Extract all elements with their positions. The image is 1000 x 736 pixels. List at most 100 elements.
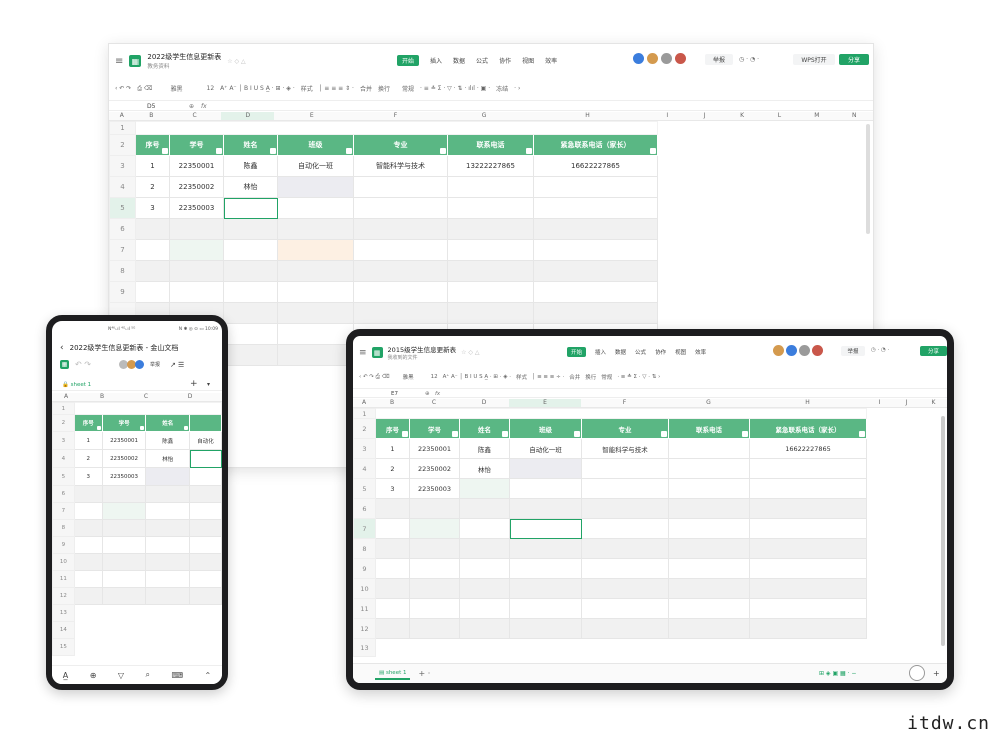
row-header[interactable]: 4 bbox=[109, 176, 136, 198]
report-button[interactable]: 举报 bbox=[841, 346, 865, 356]
menu-data[interactable]: 数据 bbox=[615, 348, 626, 356]
cell[interactable]: 22350001 bbox=[409, 438, 460, 459]
cell[interactable]: 陈鑫 bbox=[459, 438, 510, 459]
header-cell[interactable]: 姓名 bbox=[459, 418, 510, 439]
wps-open-button[interactable]: WPS打开 bbox=[793, 54, 835, 65]
avatar[interactable] bbox=[799, 345, 810, 356]
menu-insert[interactable]: 插入 bbox=[595, 348, 606, 356]
cell[interactable] bbox=[135, 121, 658, 135]
zoom-icon[interactable]: ⊕ bbox=[189, 103, 194, 110]
menu-start[interactable]: 开始 bbox=[397, 55, 420, 66]
align-icons[interactable]: │ ≡ ≡ ≡ ÷ · bbox=[532, 374, 564, 380]
menu-collab[interactable]: 协作 bbox=[655, 348, 666, 356]
style-button[interactable]: 样式 bbox=[516, 373, 527, 381]
font-name-select[interactable]: 雅黑 bbox=[403, 373, 414, 381]
row-header[interactable]: 15 bbox=[52, 638, 75, 656]
cell[interactable] bbox=[581, 478, 669, 499]
cell[interactable]: 3 bbox=[135, 197, 170, 219]
row-header[interactable]: 2 bbox=[353, 418, 376, 439]
col-K[interactable]: K bbox=[723, 112, 760, 120]
selected-cell[interactable] bbox=[189, 449, 222, 468]
row-header[interactable]: 4 bbox=[353, 458, 376, 479]
cell[interactable] bbox=[145, 467, 191, 486]
col-J[interactable]: J bbox=[686, 112, 723, 120]
col-D[interactable]: D bbox=[168, 393, 212, 401]
header-cell[interactable]: 联系电话 bbox=[447, 134, 534, 156]
doc-title[interactable]: 2022级学生信息更新表 bbox=[147, 52, 221, 62]
share-button[interactable]: 分享 bbox=[920, 346, 947, 356]
doc-folder[interactable]: 我收到的文件 bbox=[388, 354, 457, 361]
wrap-button[interactable]: 换行 bbox=[585, 373, 596, 381]
cell[interactable] bbox=[447, 176, 534, 198]
cell[interactable]: 2 bbox=[73, 449, 103, 468]
col-N[interactable]: N bbox=[836, 112, 873, 120]
cell[interactable] bbox=[459, 478, 510, 499]
row-header[interactable]: 2 bbox=[52, 414, 75, 432]
cell[interactable]: 22350001 bbox=[101, 431, 147, 450]
hamburger-icon[interactable]: ≡ bbox=[115, 56, 123, 67]
cell[interactable] bbox=[668, 458, 750, 479]
row-header[interactable]: 5 bbox=[109, 197, 136, 219]
cell[interactable]: 林怡 bbox=[459, 458, 510, 479]
doc-title[interactable]: 2022级学生信息更新表 - 金山文档 bbox=[70, 343, 179, 353]
menu-formula[interactable]: 公式 bbox=[476, 56, 488, 65]
menu-collab[interactable]: 协作 bbox=[499, 56, 511, 65]
cell[interactable]: 22350002 bbox=[409, 458, 460, 479]
insert-icon[interactable]: ⊕ bbox=[90, 671, 97, 680]
row-header[interactable]: 6 bbox=[52, 485, 75, 503]
more-icon[interactable]: · › bbox=[514, 85, 520, 92]
col-A[interactable]: A bbox=[109, 112, 135, 120]
cell[interactable] bbox=[668, 478, 750, 499]
vertical-scrollbar[interactable] bbox=[866, 124, 870, 234]
keyboard-icon[interactable]: ⌨ bbox=[172, 671, 184, 680]
merge-button[interactable]: 合并 bbox=[569, 373, 580, 381]
col-M[interactable]: M bbox=[798, 112, 835, 120]
cell[interactable] bbox=[277, 176, 354, 198]
cell[interactable]: 陈鑫 bbox=[223, 155, 278, 177]
row-header[interactable]: 2 bbox=[109, 134, 136, 156]
wrap-button[interactable]: 换行 bbox=[378, 84, 390, 93]
cell-reference[interactable]: E7 bbox=[391, 391, 398, 397]
col-H[interactable]: H bbox=[526, 112, 648, 120]
row-header[interactable]: 9 bbox=[353, 558, 376, 579]
row-header[interactable]: 12 bbox=[353, 618, 376, 639]
sum-filter-icons[interactable]: · ≡ ≛ Σ · ▽ · ⇅ · ılıl · ▣ · bbox=[420, 85, 490, 92]
cell[interactable]: 2 bbox=[375, 458, 410, 479]
filter-icon[interactable]: ▽ bbox=[118, 671, 124, 680]
row-header[interactable]: 7 bbox=[353, 518, 376, 539]
header-cell[interactable]: 姓名 bbox=[223, 134, 278, 156]
header-cell[interactable]: 专业 bbox=[581, 418, 669, 439]
avatar[interactable] bbox=[786, 345, 797, 356]
sheet-menu-icon[interactable]: ▾ bbox=[207, 381, 210, 388]
menu-data[interactable]: 数据 bbox=[453, 56, 465, 65]
selected-cell[interactable] bbox=[509, 518, 582, 539]
row-header[interactable]: 5 bbox=[52, 467, 75, 486]
col-C[interactable]: C bbox=[409, 399, 459, 407]
menu-formula[interactable]: 公式 bbox=[635, 348, 646, 356]
cell[interactable] bbox=[668, 438, 750, 459]
col-G[interactable]: G bbox=[442, 112, 527, 120]
cell[interactable]: 3 bbox=[375, 478, 410, 499]
avatar[interactable] bbox=[773, 345, 784, 356]
row-header[interactable]: 14 bbox=[52, 621, 75, 639]
cell[interactable]: 智能科学与技术 bbox=[581, 438, 669, 459]
cell[interactable]: 16622227865 bbox=[533, 155, 658, 177]
row-header[interactable]: 6 bbox=[109, 218, 136, 240]
cell[interactable]: 陈鑫 bbox=[145, 431, 191, 450]
row-header[interactable]: 10 bbox=[353, 578, 376, 599]
undo-icon[interactable]: ↶ ↷ bbox=[75, 360, 91, 369]
sheet-logo-icon[interactable]: ▦ bbox=[60, 360, 69, 369]
print-icon[interactable]: ⎙ ⌫ bbox=[137, 85, 152, 93]
cell[interactable] bbox=[509, 458, 582, 479]
avatar[interactable] bbox=[134, 360, 144, 369]
row-header[interactable]: 9 bbox=[109, 281, 136, 303]
row-header[interactable]: 7 bbox=[109, 239, 136, 261]
cell[interactable]: 2 bbox=[135, 176, 170, 198]
header-cell[interactable]: 序号 bbox=[73, 414, 103, 432]
share-button[interactable]: 分享 bbox=[839, 54, 869, 65]
col-F[interactable]: F bbox=[349, 112, 442, 120]
row-header[interactable]: 8 bbox=[52, 519, 75, 537]
sheet-tab[interactable]: ▤ sheet 1 bbox=[375, 668, 411, 680]
avatar[interactable] bbox=[661, 53, 672, 64]
cell[interactable]: 智能科学与技术 bbox=[353, 155, 448, 177]
